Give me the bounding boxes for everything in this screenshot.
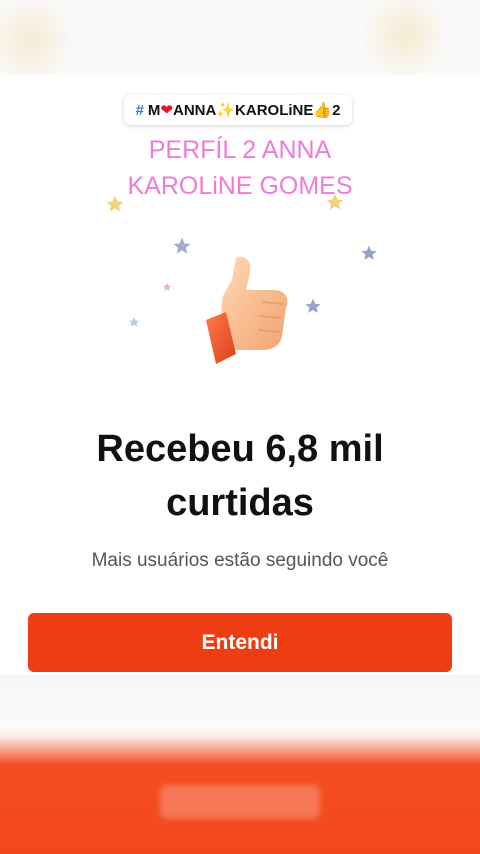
hashtag-icon: # [135,101,144,119]
star-icon [326,193,344,210]
thumbs-up-emoji-icon: 👍 [313,102,333,119]
star-icon [106,195,124,212]
star-icon [129,317,139,327]
thumbs-up-icon [206,256,288,364]
hashtag-chip[interactable]: # M ❤ ANNA ✨ KAROLiNE 👍 2 [124,95,352,125]
hashtag-text-part: KAROLiNE [235,101,314,119]
profile-title-line: PERFÍL 2 ANNA [148,136,332,164]
profile-title-line: KAROLiNE GOMES [127,172,353,200]
headline-line: Recebeu 6,8 mil [96,428,384,470]
understood-button[interactable]: Entendi [28,613,452,672]
hashtag-text-part: 2 [332,101,341,119]
hashtag-text-part: ANNA [173,101,217,119]
hashtag-text-part: M [147,101,161,119]
blurred-background-button [160,785,320,819]
star-icon [305,298,321,313]
blurred-background-area [0,675,480,854]
star-icon [162,282,172,291]
followers-subtext: Mais usuários estão seguindo você [91,550,389,571]
profile-title: PERFÍL 2 ANNA KAROLiNE GOMES [0,132,480,204]
star-icon [173,237,191,254]
star-icon [361,245,377,260]
headline-line: curtidas [166,482,314,524]
sparkle-icon: ✨ [216,102,236,119]
likes-headline: Recebeu 6,8 mil curtidas [40,422,440,530]
heart-icon: ❤ [160,102,173,119]
